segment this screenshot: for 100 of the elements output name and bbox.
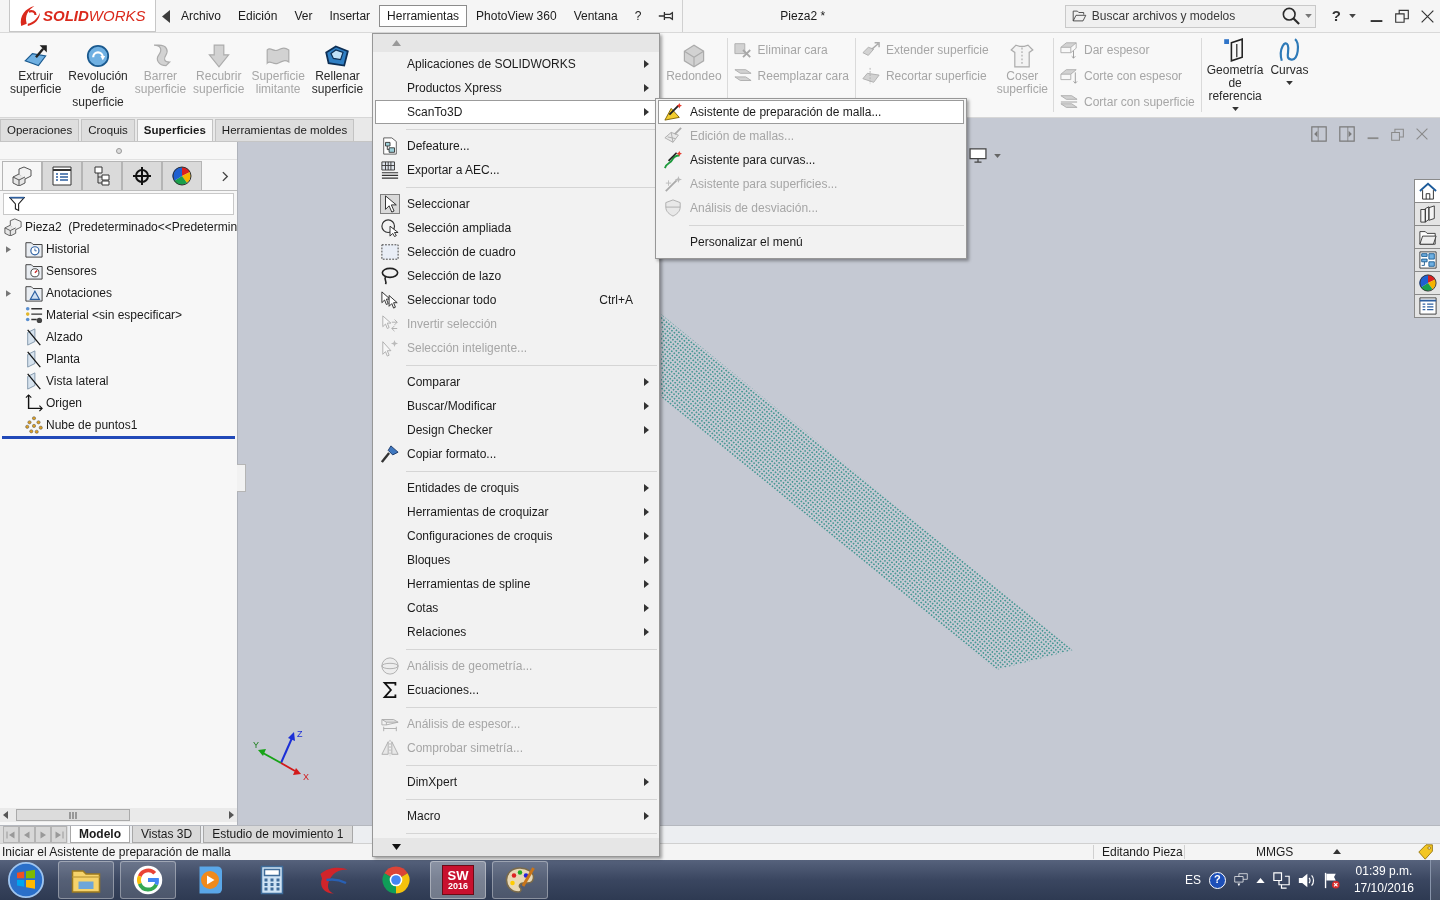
menu-item[interactable]: Personalizar el menú — [658, 230, 964, 254]
panel-tab[interactable] — [82, 161, 122, 190]
menu-item[interactable]: Selección ampliada — [375, 216, 657, 240]
menu-item[interactable]: Ventana — [565, 4, 626, 28]
menu-item[interactable]: Design Checker — [375, 418, 657, 442]
menu-item[interactable]: Asistente de preparación de malla... — [658, 100, 964, 124]
menu-item[interactable]: Edición — [230, 4, 286, 28]
ribbon-button[interactable]: Revolución de superficie — [66, 33, 130, 109]
window-switch-icon[interactable] — [1233, 873, 1248, 887]
scrollbar-thumb[interactable] — [16, 809, 130, 821]
taskbar-button[interactable] — [120, 861, 176, 899]
flag-x-icon[interactable] — [1322, 871, 1340, 889]
menu-item[interactable]: Herramientas — [379, 4, 468, 28]
menu-item[interactable]: Cotas — [375, 596, 657, 620]
left-triangle-icon[interactable] — [162, 10, 170, 24]
ribbon-tab[interactable]: Croquis — [81, 119, 135, 141]
menu-item[interactable]: PhotoView 360 — [468, 4, 565, 28]
taskbar-button[interactable]: SW 2016 — [430, 861, 486, 899]
menu-item[interactable]: Relaciones — [375, 620, 657, 644]
task-pane-tab[interactable] — [1414, 179, 1440, 203]
menu-item[interactable]: Insertar — [321, 4, 379, 28]
close-icon[interactable] — [1421, 9, 1434, 23]
ribbon-button[interactable]: Extruir superficie — [8, 33, 64, 96]
tree-item[interactable]: Origen — [46, 395, 83, 411]
monitor-icon[interactable] — [969, 148, 988, 163]
tree-item[interactable]: Nube de puntos1 — [46, 417, 138, 433]
help-button[interactable]: ? — [1208, 871, 1226, 889]
expand-triangle-icon[interactable] — [6, 289, 11, 297]
menu-item[interactable]: Exportar a AEC... — [375, 158, 657, 182]
menu-item[interactable]: Archivo — [173, 4, 229, 28]
logo-button[interactable]: SOLIDWORKS — [9, 0, 156, 32]
search-box[interactable]: Buscar archivos y modelos — [1064, 4, 1316, 28]
clock-date[interactable]: 17/10/2016 — [1353, 880, 1414, 897]
horizontal-scrollbar[interactable] — [0, 808, 238, 822]
restore-icon[interactable] — [1395, 9, 1409, 23]
scroll-right-icon[interactable] — [229, 811, 235, 819]
task-pane-tab[interactable] — [1414, 294, 1440, 318]
scroll-left-icon[interactable] — [3, 811, 8, 819]
menu-item[interactable]: Buscar/Modificar — [375, 394, 657, 418]
ribbon-button[interactable]: Rellenar superficie — [309, 33, 366, 96]
menu-item[interactable]: Productos Xpress — [375, 76, 657, 100]
menu-item[interactable]: Bloques — [375, 548, 657, 572]
ribbon-button[interactable]: Geometría de referencia — [1204, 33, 1266, 111]
expand-triangle-icon[interactable] — [6, 245, 11, 253]
network-icon[interactable] — [1272, 871, 1290, 889]
caret-up-icon[interactable] — [1333, 849, 1342, 855]
ribbon-button[interactable]: Curvas — [1268, 33, 1311, 85]
caret-icon[interactable] — [1349, 14, 1356, 18]
ribbon-tab[interactable]: Herramientas de moldes — [214, 119, 355, 141]
panel-tab[interactable] — [162, 161, 202, 190]
tree-item[interactable]: Anotaciones — [46, 285, 113, 301]
menu-item[interactable]: Ecuaciones... — [375, 678, 657, 702]
ribbon-tab[interactable]: Operaciones — [0, 119, 80, 141]
tile-left-icon[interactable] — [1311, 126, 1327, 142]
menu-item[interactable]: Seleccionar — [375, 192, 657, 216]
tree-item[interactable]: Sensores — [46, 263, 97, 279]
task-pane-tab[interactable] — [1414, 271, 1440, 295]
clock-time[interactable]: 01:39 p.m. — [1355, 863, 1413, 880]
model-tab[interactable]: Vistas 3D — [132, 826, 202, 843]
show-desktop-button[interactable] — [1430, 860, 1440, 900]
tag-icon[interactable] — [1418, 844, 1434, 860]
menu-item[interactable]: Ver — [286, 4, 321, 28]
menu-item[interactable]: Herramientas de croquizar — [375, 500, 657, 524]
menu-item[interactable]: ? — [626, 4, 650, 28]
task-pane-tab[interactable] — [1414, 248, 1440, 272]
panel-tab[interactable] — [122, 161, 162, 190]
caret-up-icon[interactable] — [1255, 877, 1265, 883]
menu-item[interactable]: Asistente para curvas... — [658, 148, 964, 172]
menu-item[interactable]: ScanTo3D — [375, 100, 657, 124]
volume-icon[interactable] — [1297, 871, 1315, 889]
menu-item[interactable]: DimXpert — [375, 770, 657, 794]
tree-item[interactable]: Planta — [46, 351, 81, 367]
tree-item[interactable]: Alzado — [46, 329, 83, 345]
menu-item[interactable]: Seleccionar todo Ctrl+A — [375, 288, 657, 312]
language-indicator[interactable]: ES — [1184, 872, 1201, 888]
menu-item[interactable]: Selección de lazo — [375, 264, 657, 288]
menu-item[interactable]: Macro — [375, 804, 657, 828]
menu-item[interactable]: Comparar — [375, 370, 657, 394]
tile-right-icon[interactable] — [1339, 126, 1355, 142]
menu-item[interactable]: Selección de cuadro — [375, 240, 657, 264]
search-icon[interactable] — [1281, 7, 1300, 25]
chevron-right-icon[interactable] — [222, 171, 230, 182]
tree-item[interactable]: Material <sin especificar> — [46, 307, 183, 323]
units-label[interactable]: MMGS — [1256, 844, 1294, 860]
taskbar-button[interactable] — [58, 861, 114, 899]
menu-item[interactable]: Configuraciones de croquis — [375, 524, 657, 548]
task-pane-tab[interactable] — [1414, 202, 1440, 226]
menu-item[interactable]: Aplicaciones de SOLIDWORKS — [375, 52, 657, 76]
menu-item[interactable]: Copiar formato... — [375, 442, 657, 466]
tree-item[interactable]: Vista lateral — [46, 373, 109, 389]
help-button[interactable]: ? — [1331, 7, 1341, 25]
menu-item[interactable]: Herramientas de spline — [375, 572, 657, 596]
panel-handle-icon[interactable] — [237, 464, 247, 492]
taskbar-button[interactable] — [492, 861, 548, 899]
tree-item[interactable]: Pieza2 (Predeterminado<<Predetermin — [25, 219, 238, 235]
ribbon-tab[interactable]: Superficies — [136, 119, 213, 141]
caret-icon[interactable] — [1304, 14, 1312, 18]
grip-dot-icon[interactable] — [115, 147, 122, 154]
model-tab[interactable]: Modelo — [70, 826, 130, 843]
task-pane-tab[interactable] — [1414, 225, 1440, 249]
